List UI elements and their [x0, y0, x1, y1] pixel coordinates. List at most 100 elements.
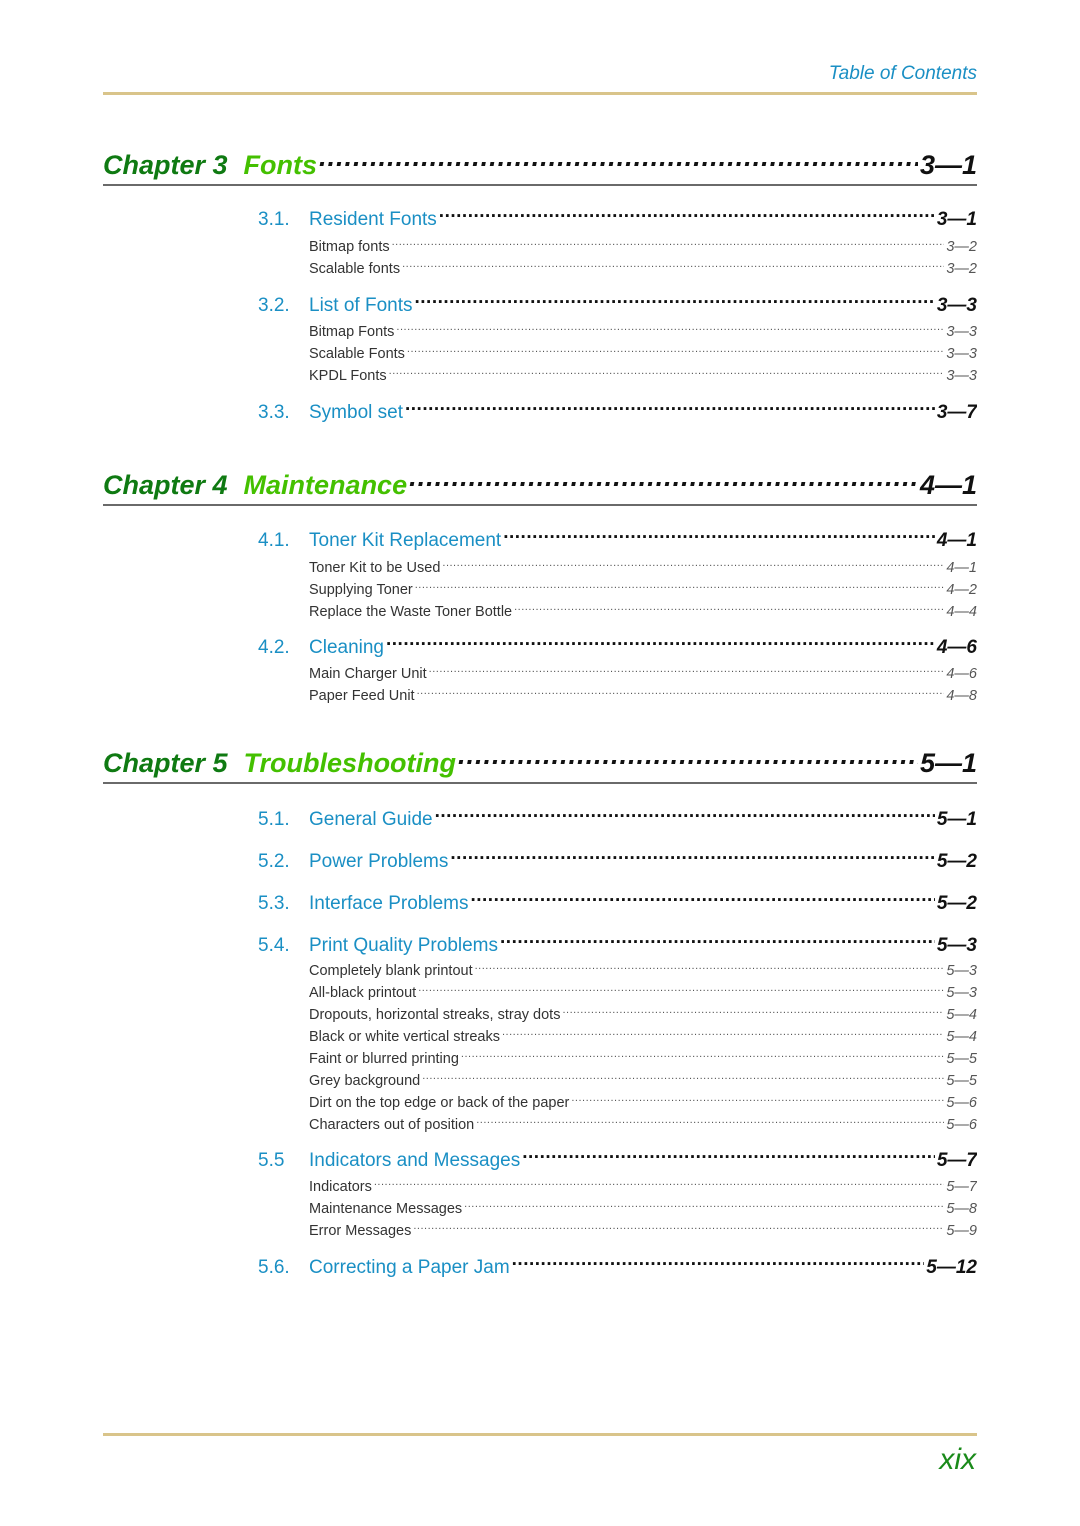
- dot-leader: [571, 1091, 944, 1107]
- dot-leader: [396, 320, 944, 336]
- page-ref: 5—8: [946, 1201, 977, 1217]
- dot-leader: [405, 398, 935, 418]
- page-ref: 3—3: [936, 295, 977, 315]
- toc-subentry[interactable]: Bitmap fonts 3—2: [309, 235, 977, 255]
- toc-subentry[interactable]: KPDL Fonts 3—3: [309, 364, 977, 384]
- section-title: Resident Fonts: [309, 209, 437, 229]
- toc-subentry[interactable]: Scalable Fonts 3—3: [309, 342, 977, 362]
- toc-subentry[interactable]: Dirt on the top edge or back of the pape…: [309, 1091, 977, 1111]
- toc-chapter-entry[interactable]: Chapter 5 Troubleshooting 5—1: [103, 744, 977, 784]
- dot-leader: [435, 805, 935, 825]
- page-ref: 5—7: [936, 1150, 977, 1170]
- dot-leader: [402, 257, 944, 273]
- toc-subentry[interactable]: Toner Kit to be Used 4—1: [309, 556, 977, 576]
- header-rule: [103, 92, 977, 95]
- page-ref: 5—4: [946, 1007, 977, 1023]
- dot-leader: [500, 931, 935, 951]
- toc-section-entry[interactable]: 5.4. Print Quality Problems 5—3: [258, 931, 977, 955]
- page-ref: 5—3: [936, 935, 977, 955]
- toc-subentry[interactable]: Maintenance Messages 5—8: [309, 1197, 977, 1217]
- section-number: 5.1.: [258, 809, 290, 829]
- page-ref: 4—2: [946, 582, 977, 598]
- toc-subentry[interactable]: Main Charger Unit 4—6: [309, 662, 977, 682]
- toc-subentry[interactable]: Black or white vertical streaks 5—4: [309, 1025, 977, 1045]
- section-title: Interface Problems: [309, 893, 469, 913]
- dot-leader: [409, 466, 918, 494]
- toc-subentry[interactable]: Faint or blurred printing 5—5: [309, 1047, 977, 1067]
- page-number: xix: [939, 1443, 976, 1476]
- dot-leader: [415, 578, 945, 594]
- toc-section-entry[interactable]: 5.2. Power Problems 5—2: [258, 847, 977, 871]
- dot-leader: [476, 1113, 944, 1129]
- toc-subentry[interactable]: All-black printout 5—3: [309, 981, 977, 1001]
- dot-leader: [407, 342, 944, 358]
- toc-section-entry[interactable]: 5.6. Correcting a Paper Jam 5—12: [258, 1253, 977, 1277]
- toc-subentry[interactable]: Supplying Toner 4—2: [309, 578, 977, 598]
- toc-chapter-entry[interactable]: Chapter 3 Fonts 3—1: [103, 146, 977, 186]
- page-ref: 5—9: [946, 1223, 977, 1239]
- toc-subentry[interactable]: Scalable fonts 3—2: [309, 257, 977, 277]
- toc-subentry[interactable]: Paper Feed Unit 4—8: [309, 684, 977, 704]
- toc-section-entry[interactable]: 3.1. Resident Fonts 3—1: [258, 205, 977, 229]
- subentry-title: Paper Feed Unit: [309, 688, 415, 704]
- toc-subentry[interactable]: Completely blank printout 5—3: [309, 959, 977, 979]
- section-number: 3.1.: [258, 209, 290, 229]
- toc-section-entry[interactable]: 4.2. Cleaning 4—6: [258, 633, 977, 657]
- dot-leader: [319, 146, 918, 174]
- toc-subentry[interactable]: Replace the Waste Toner Bottle 4—4: [309, 600, 977, 620]
- subentry-title: Characters out of position: [309, 1117, 475, 1133]
- section-title: Correcting a Paper Jam: [309, 1257, 510, 1277]
- section-title: Print Quality Problems: [309, 935, 499, 955]
- section-number: 5.5: [258, 1150, 285, 1170]
- toc-section-entry[interactable]: 5.3. Interface Problems 5—2: [258, 889, 977, 913]
- toc-section-entry[interactable]: 3.2. List of Fonts 3—3: [258, 291, 977, 315]
- subentry-title: Dropouts, horizontal streaks, stray dots: [309, 1007, 561, 1023]
- dot-leader: [392, 235, 945, 251]
- toc-subentry[interactable]: Grey background 5—5: [309, 1069, 977, 1089]
- page-ref: 5—3: [946, 985, 977, 1001]
- section-title: Power Problems: [309, 851, 449, 871]
- running-header-title: Table of Contents: [828, 63, 977, 84]
- section-title: Symbol set: [309, 402, 403, 422]
- toc-subentry[interactable]: Characters out of position 5—6: [309, 1113, 977, 1133]
- chapter-title: Maintenance: [243, 470, 408, 500]
- dot-leader: [413, 1219, 944, 1235]
- subentry-title: Supplying Toner: [309, 582, 413, 598]
- page-ref: 3—1: [936, 209, 977, 229]
- page-ref: 3—2: [946, 261, 977, 277]
- dot-leader: [475, 959, 945, 975]
- page-ref: 4—6: [946, 666, 977, 682]
- page-ref: 5—6: [946, 1117, 977, 1133]
- dot-leader: [503, 526, 935, 546]
- page-ref: 5—2: [936, 851, 977, 871]
- dot-leader: [439, 205, 935, 225]
- section-number: 5.4.: [258, 935, 290, 955]
- toc-subentry[interactable]: Error Messages 5—9: [309, 1219, 977, 1239]
- subentry-title: Dirt on the top edge or back of the pape…: [309, 1095, 570, 1111]
- page-ref: 5—12: [926, 1257, 977, 1277]
- section-number: 4.1.: [258, 530, 290, 550]
- page-ref: 3—3: [946, 324, 977, 340]
- subentry-title: Completely blank printout: [309, 963, 473, 979]
- toc-chapter-entry[interactable]: Chapter 4 Maintenance 4—1: [103, 466, 977, 506]
- page-ref: 5—7: [946, 1179, 977, 1195]
- subentry-title: Scalable Fonts: [309, 346, 405, 362]
- toc-subentry[interactable]: Indicators 5—7: [309, 1175, 977, 1195]
- toc-section-entry[interactable]: 5.5 Indicators and Messages 5—7: [258, 1146, 977, 1170]
- subentry-title: Replace the Waste Toner Bottle: [309, 604, 513, 620]
- toc-subentry[interactable]: Dropouts, horizontal streaks, stray dots…: [309, 1003, 977, 1023]
- dot-leader: [464, 1197, 944, 1213]
- toc-subentry[interactable]: Bitmap Fonts 3—3: [309, 320, 977, 340]
- page-ref: 5—1: [936, 809, 977, 829]
- subentry-title: Toner Kit to be Used: [309, 560, 441, 576]
- subentry-title: All-black printout: [309, 985, 417, 1001]
- section-number: 4.2.: [258, 637, 290, 657]
- chapter-title: Fonts: [243, 150, 318, 180]
- page-ref: 3—3: [946, 346, 977, 362]
- page-ref: 5—3: [946, 963, 977, 979]
- toc-section-entry[interactable]: 3.3. Symbol set 3—7: [258, 398, 977, 422]
- toc-section-entry[interactable]: 4.1. Toner Kit Replacement 4—1: [258, 526, 977, 550]
- toc-section-entry[interactable]: 5.1. General Guide 5—1: [258, 805, 977, 829]
- page-ref: 3—7: [936, 402, 977, 422]
- page-ref: 4—8: [946, 688, 977, 704]
